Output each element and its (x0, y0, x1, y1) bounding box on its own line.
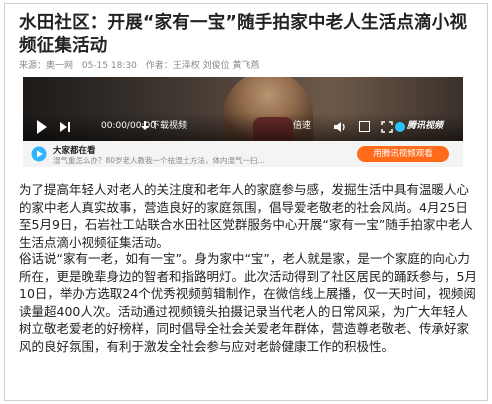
article-source: 来源：奥一网 (19, 61, 74, 71)
article-paragraph: 为了提高年轻人对老人的关注度和老年人的家庭参与感，发掘生活中具有温暖人心的家中老… (19, 182, 473, 250)
tencent-video-brand[interactable]: 腾讯视频 (407, 118, 443, 134)
download-icon[interactable] (141, 121, 149, 131)
open-in-tencent-video-button[interactable]: 用腾讯视频观看 (357, 146, 449, 162)
next-icon[interactable] (59, 121, 71, 133)
article-author: 作者：王泽权 刘俊位 黄飞燕 (145, 61, 260, 71)
video-player[interactable]: 00:00/00:00 下载视频 倍速 腾讯视频 (23, 77, 463, 141)
tencent-video-app-icon (31, 146, 47, 162)
promo-bar[interactable]: 大家都在看 湿气重怎么办？80岁老人教我一个祛湿土方法，体内湿气一扫… 用腾讯视… (23, 141, 463, 167)
article-card: 水田社区：开展“家有一宝”随手拍家中老人生活点滴小视频征集活动 来源：奥一网 0… (4, 3, 488, 401)
play-icon[interactable] (37, 120, 47, 134)
tencent-video-logo-icon (395, 122, 405, 132)
article-meta: 来源：奥一网 05-15 18:30 作者：王泽权 刘俊位 黄飞燕 (19, 58, 265, 71)
article-paragraph: 俗话说“家有一老，如有一宝”。身为家中“宝”，老人就是家，是一个家庭的向心力所在… (19, 251, 477, 354)
volume-icon[interactable] (333, 120, 347, 134)
video-controls: 00:00/00:00 下载视频 倍速 腾讯视频 (23, 113, 463, 141)
article-date: 05-15 18:30 (81, 61, 137, 71)
picture-in-picture-icon[interactable] (359, 121, 370, 132)
fullscreen-icon[interactable] (381, 121, 393, 133)
download-button[interactable]: 下载视频 (151, 118, 187, 134)
speed-button[interactable]: 倍速 (293, 118, 311, 134)
article-title: 水田社区：开展“家有一宝”随手拍家中老人生活点滴小视频征集活动 (19, 13, 468, 56)
promo-subtext[interactable]: 湿气重怎么办？80岁老人教我一个祛湿土方法，体内湿气一扫… (53, 155, 321, 166)
